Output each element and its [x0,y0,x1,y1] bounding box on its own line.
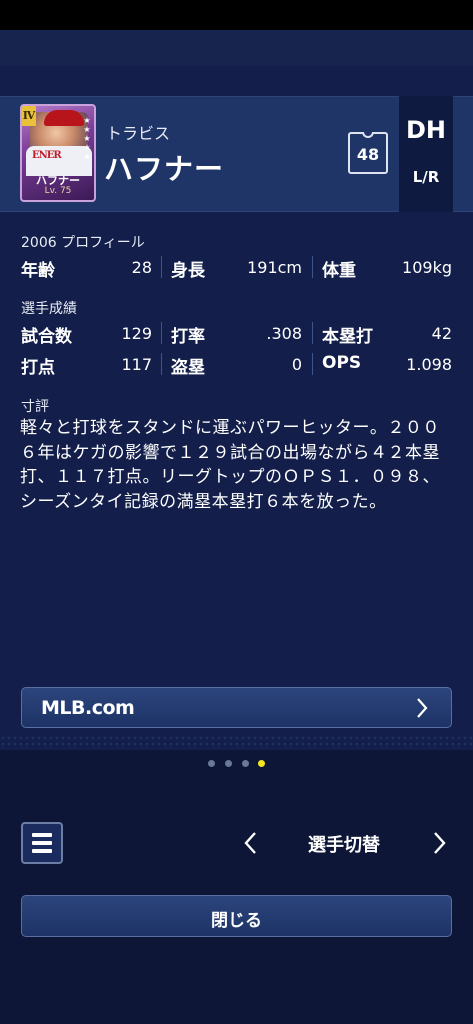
sb-label: 盗塁 [171,358,205,378]
divider [312,256,313,278]
games-label: 試合数 [21,327,72,347]
top-band-2 [0,66,473,96]
chevron-right-icon[interactable] [428,828,450,858]
age-value: 28 [131,258,152,277]
divider [312,353,313,375]
page-dot-2[interactable] [225,760,232,767]
ops-value: 1.098 [406,355,452,374]
card-rank-badge: Ⅳ [22,106,36,126]
player-position: DH [405,116,446,144]
chevron-left-icon[interactable] [240,828,262,858]
age-label: 年齢 [21,261,55,281]
hr-label: 本塁打 [322,327,373,347]
close-button[interactable]: 閉じる [21,895,452,937]
weight-value: 109kg [402,258,452,277]
player-helmet [44,110,84,126]
status-bar [0,0,473,30]
decorative-dot-band [0,735,473,749]
chevron-right-icon [417,698,428,718]
divider [161,322,162,344]
avg-label: 打率 [171,327,205,347]
games-value: 129 [121,324,152,343]
divider [161,256,162,278]
jersey-number: 48 [356,145,380,164]
stats-title: 選手成績 [21,301,77,317]
rbi-value: 117 [121,355,152,374]
height-label: 身長 [171,261,205,281]
weight-label: 体重 [322,261,356,281]
jersey-lettering: ENER [32,150,62,161]
avg-value: .308 [266,324,302,343]
menu-icon-bar [32,833,52,837]
jersey-number-badge: 48 [348,132,388,174]
top-band [0,30,473,66]
divider [161,353,162,375]
position-panel: DH L/R [399,96,453,212]
profile-title: 2006 プロフィール [21,235,145,251]
page-dot-3[interactable] [242,760,249,767]
page-dot-4-active[interactable] [258,760,265,767]
card-level: Lv. 75 [44,186,72,196]
hr-value: 42 [431,324,452,343]
jersey-collar [362,132,374,138]
menu-icon-bar [32,841,52,845]
mlb-link-button[interactable]: MLB.com [21,687,452,728]
card-stars: ★ ★ ★ ★ ★ [83,116,91,161]
player-card: ENER Ⅳ ★ ★ ★ ★ ★ ハフナー Lv. 75 [20,104,96,202]
review-title: 寸評 [21,399,49,415]
close-button-label: 閉じる [211,911,262,931]
player-switch-label: 選手切替 [308,835,380,856]
mlb-link-label: MLB.com [41,697,135,719]
height-value: 191cm [247,258,302,277]
menu-button[interactable] [21,822,63,864]
bats-throws: L/R [412,168,440,186]
menu-icon-bar [32,849,52,853]
player-last-name: ハフナー [104,152,225,186]
review-text: 軽々と打球をスタンドに運ぶパワーヒッター。２００６年はケガの影響で１２９試合の出… [20,418,440,512]
bottom-panel [0,750,473,1024]
divider [312,322,313,344]
sb-value: 0 [291,355,302,374]
ops-label: OPS [322,353,362,373]
rbi-label: 打点 [21,358,55,378]
player-first-name: トラビス [106,124,171,143]
page-dot-1[interactable] [208,760,215,767]
